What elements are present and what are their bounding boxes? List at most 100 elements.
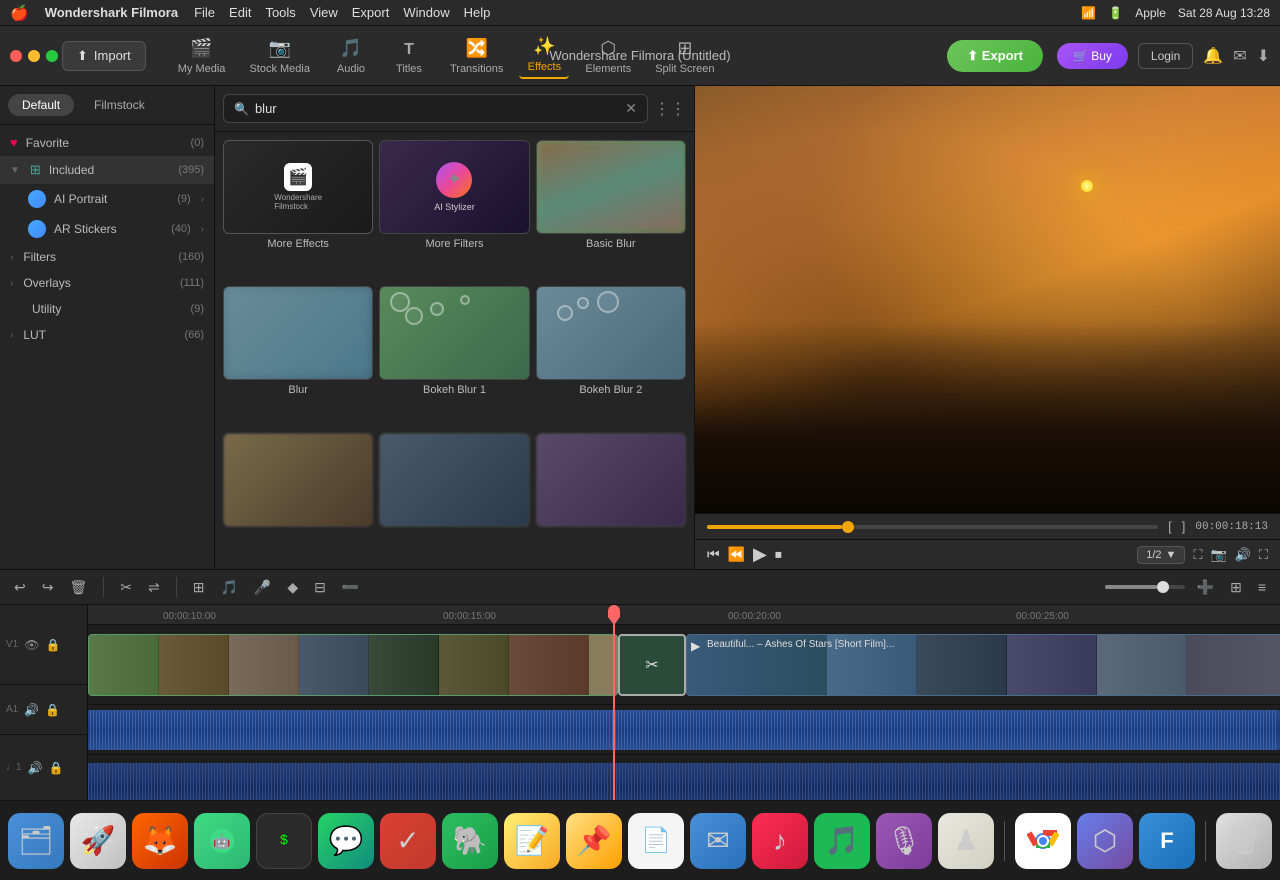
effect-row3b[interactable] (379, 433, 529, 561)
minimize-button[interactable] (28, 50, 40, 62)
mark-out-icon[interactable]: ] (1182, 519, 1186, 534)
settings-button[interactable]: ⛶ (1259, 547, 1268, 563)
search-options-button[interactable]: ⋮⋮ (654, 99, 686, 119)
voice-button[interactable]: 🎤 (250, 577, 275, 598)
menu-view[interactable]: View (310, 5, 338, 20)
split-view-button[interactable]: ⊟ (310, 577, 330, 598)
menu-export[interactable]: Export (352, 5, 390, 20)
progress-bar[interactable] (707, 525, 1158, 529)
search-input[interactable] (255, 101, 619, 116)
track-lock-icon[interactable]: 🔒 (45, 638, 60, 652)
download-icon[interactable]: ⬇ (1257, 46, 1270, 66)
buy-button[interactable]: 🛒 Buy (1057, 43, 1128, 69)
menu-help[interactable]: Help (464, 5, 491, 20)
stop-button[interactable]: ⏹ (775, 546, 782, 563)
dock-item-firefox[interactable]: 🦊 (132, 813, 188, 869)
track-music-lock-icon[interactable]: 🔒 (49, 761, 64, 775)
menu-window[interactable]: Window (403, 5, 449, 20)
track-eye-icon[interactable]: 👁 (24, 638, 39, 652)
effect-bokeh-blur-2[interactable]: Bokeh Blur 2 (536, 286, 686, 426)
sidebar-item-favorite[interactable]: ♥ Favorite (0) (0, 129, 214, 156)
dock-item-trash[interactable]: 🗑 (1216, 813, 1272, 869)
audio-snap-button[interactable]: 🎵 (216, 577, 241, 598)
zoom-in-button[interactable]: ➕ (1193, 577, 1218, 598)
volume-button[interactable]: 🔊 (1235, 547, 1251, 563)
dock-item-chrome[interactable] (1015, 813, 1071, 869)
apple-logo[interactable]: 🍎 (10, 4, 29, 22)
dock-item-mail[interactable]: ✉ (690, 813, 746, 869)
dock-item-whatsapp[interactable]: 💬 (318, 813, 374, 869)
mark-in-icon[interactable]: [ (1168, 519, 1172, 534)
dock-item-terminal[interactable]: $ (256, 813, 312, 869)
dock-item-finder[interactable]: 🗂 (8, 813, 64, 869)
dock-item-chess[interactable]: ♟ (938, 813, 994, 869)
tab-default[interactable]: Default (8, 94, 74, 116)
zoom-out-button[interactable]: ➖ (338, 577, 363, 598)
dock-item-music[interactable]: ♪ (752, 813, 808, 869)
after-video-clip[interactable]: ▶ Beautiful... – Ashes Of Stars [Short F… (686, 634, 1280, 696)
sidebar-item-included[interactable]: ▼ ⊞ Included (395) (0, 156, 214, 184)
dock-item-launchpad[interactable]: 🚀 (70, 813, 126, 869)
zoom-track[interactable] (1105, 585, 1185, 589)
snapshot-button[interactable]: 📷 (1211, 547, 1227, 563)
sidebar-item-lut[interactable]: › LUT (66) (0, 322, 214, 348)
cut-button[interactable]: ✂ (116, 577, 136, 598)
effect-more-effects[interactable]: 🎬 WondershareFilmstock More Effects (223, 140, 373, 280)
dock-item-topnotch[interactable]: ⬡ (1077, 813, 1133, 869)
redo-button[interactable]: ↪ (38, 577, 58, 598)
dock-item-android-studio[interactable]: 🤖 (194, 813, 250, 869)
undo-button[interactable]: ↩ (10, 577, 30, 598)
dock-item-filmora[interactable]: F (1139, 813, 1195, 869)
list-view-button[interactable]: ≡ (1254, 577, 1270, 597)
nav-stock-media[interactable]: 📷 Stock Media (241, 34, 318, 79)
track-audio-lock-icon[interactable]: 🔒 (45, 703, 60, 717)
effect-basic-blur[interactable]: Basic Blur (536, 140, 686, 280)
nav-my-media[interactable]: 🎬 My Media (170, 34, 234, 79)
time-ratio-selector[interactable]: 1/2 ▼ (1137, 546, 1185, 564)
menu-tools[interactable]: Tools (265, 5, 295, 20)
dock-item-evernote[interactable]: 🐘 (442, 813, 498, 869)
close-button[interactable] (10, 50, 22, 62)
dock-item-textedit[interactable]: 📄 (628, 813, 684, 869)
effect-row3c[interactable] (536, 433, 686, 561)
maximize-button[interactable] (46, 50, 58, 62)
playhead[interactable] (613, 605, 615, 800)
notification-icon[interactable]: 🔔 (1203, 46, 1223, 66)
zoom-thumb[interactable] (1157, 581, 1169, 593)
keyframe-button[interactable]: ◆ (283, 577, 302, 598)
nav-transitions[interactable]: 🔀 Transitions (442, 34, 511, 79)
progress-thumb[interactable] (842, 521, 854, 533)
sidebar-item-utility[interactable]: Utility (9) (0, 296, 214, 322)
track-music-icon[interactable]: 🔊 (28, 761, 43, 775)
sidebar-item-ai-portrait[interactable]: AI Portrait (9) › (0, 184, 214, 214)
play-button[interactable]: ▶ (753, 544, 767, 565)
delete-button[interactable]: 🗑 (65, 577, 91, 598)
search-clear-button[interactable]: ✕ (625, 100, 637, 117)
login-button[interactable]: Login (1138, 43, 1193, 69)
dock-item-stickies[interactable]: 📌 (566, 813, 622, 869)
nav-audio[interactable]: 🎵 Audio (326, 34, 376, 79)
export-button[interactable]: ⬆ Export (947, 40, 1043, 72)
add-track-button[interactable]: ⊞ (1226, 577, 1246, 598)
dock-item-podcasts[interactable]: 🎙 (876, 813, 932, 869)
step-back-button[interactable]: ⏪ (728, 546, 745, 563)
main-video-clip[interactable] (88, 634, 618, 696)
snap-button[interactable]: ⊞ (189, 577, 209, 598)
mail-icon[interactable]: ✉ (1233, 46, 1246, 66)
sidebar-item-overlays[interactable]: › Overlays (111) (0, 270, 214, 296)
menu-file[interactable]: File (194, 5, 215, 20)
import-button[interactable]: ⬆ Import (62, 41, 146, 71)
sidebar-item-ar-stickers[interactable]: AR Stickers (40) › (0, 214, 214, 244)
dock-item-spotify[interactable]: 🎵 (814, 813, 870, 869)
effect-row3a[interactable] (223, 433, 373, 561)
skip-back-button[interactable]: ⏮ (707, 546, 720, 563)
dock-item-notes[interactable]: 📝 (504, 813, 560, 869)
link-button[interactable]: ⇌ (144, 577, 164, 598)
nav-titles[interactable]: T Titles (384, 37, 434, 79)
sidebar-item-filters[interactable]: › Filters (160) (0, 244, 214, 270)
effect-blur[interactable]: ♡ Blur (223, 286, 373, 426)
dock-item-todoist[interactable]: ✓ (380, 813, 436, 869)
selected-video-clip[interactable]: ✂ (618, 634, 686, 696)
effect-more-filters[interactable]: ✦ AI Stylizer More Filters (379, 140, 529, 280)
fullscreen-button[interactable]: ⛶ (1193, 547, 1202, 563)
